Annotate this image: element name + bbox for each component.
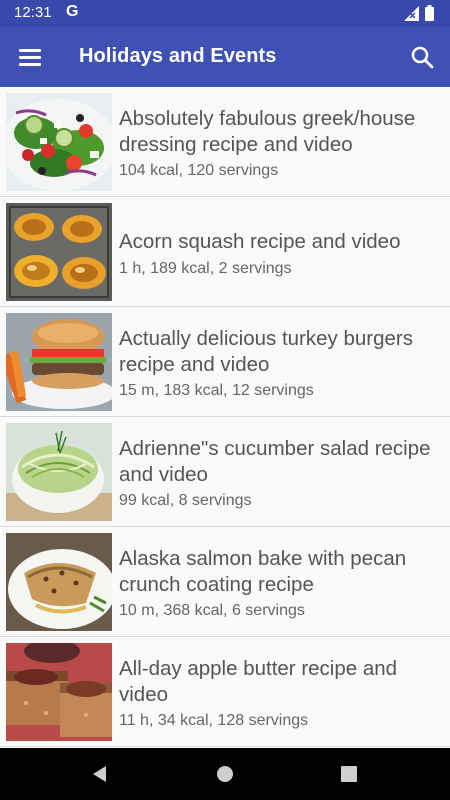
recipe-title: Actually delicious turkey burgers recipe… xyxy=(119,327,413,376)
google-icon: G xyxy=(66,3,79,20)
recipe-title: Adrienne"s cucumber salad recipe and vid… xyxy=(119,437,431,486)
recipe-thumbnail-image xyxy=(6,93,112,191)
recipe-meta: 10 m, 368 kcal, 6 servings xyxy=(119,602,305,619)
home-icon[interactable] xyxy=(213,762,237,786)
menu-button[interactable] xyxy=(10,37,50,77)
recipe-title: All-day apple butter recipe and video xyxy=(119,657,398,706)
system-nav-bar xyxy=(0,748,450,800)
status-bar: 12:31 G xyxy=(0,0,450,27)
recipe-meta: 99 kcal, 8 servings xyxy=(119,492,252,509)
recipe-list: Absolutely fabulous greek/house dressing… xyxy=(0,87,450,748)
recipe-thumbnail-image xyxy=(6,423,112,521)
recipe-thumbnail-image xyxy=(6,533,112,631)
list-item[interactable]: Alaska salmon bake with pecan crunch coa… xyxy=(0,527,450,637)
recipe-thumbnail-image xyxy=(6,313,112,411)
recipe-thumbnail-image xyxy=(6,643,112,741)
recipe-title: Alaska salmon bake with pecan crunch coa… xyxy=(119,547,407,596)
battery-icon xyxy=(425,5,434,21)
recipe-meta: 1 h, 189 kcal, 2 servings xyxy=(119,260,292,277)
list-item[interactable]: Actually delicious turkey burgers recipe… xyxy=(0,307,450,417)
recipe-meta: 15 m, 183 kcal, 12 servings xyxy=(119,382,314,399)
page-title: Holidays and Events xyxy=(79,45,277,67)
hamburger-menu-icon xyxy=(19,49,41,52)
recipe-meta: 104 kcal, 120 servings xyxy=(119,162,279,179)
recipe-title: Acorn squash recipe and video xyxy=(119,230,401,253)
search-icon[interactable] xyxy=(404,39,440,75)
recipe-meta: 11 h, 34 kcal, 128 servings xyxy=(119,712,309,729)
list-item[interactable]: Absolutely fabulous greek/house dressing… xyxy=(0,87,450,197)
recipe-thumbnail-image xyxy=(6,203,112,301)
signal-icon xyxy=(404,6,419,21)
list-item[interactable]: All-day apple butter recipe and video 11… xyxy=(0,637,450,747)
app-bar: Holidays and Events xyxy=(0,27,450,87)
list-item[interactable]: Acorn squash recipe and video 1 h, 189 k… xyxy=(0,197,450,307)
recipe-title: Absolutely fabulous greek/house dressing… xyxy=(119,107,416,156)
list-item[interactable]: Adrienne"s cucumber salad recipe and vid… xyxy=(0,417,450,527)
back-icon[interactable] xyxy=(88,762,112,786)
status-time: 12:31 xyxy=(14,4,52,21)
recents-icon[interactable] xyxy=(337,762,361,786)
